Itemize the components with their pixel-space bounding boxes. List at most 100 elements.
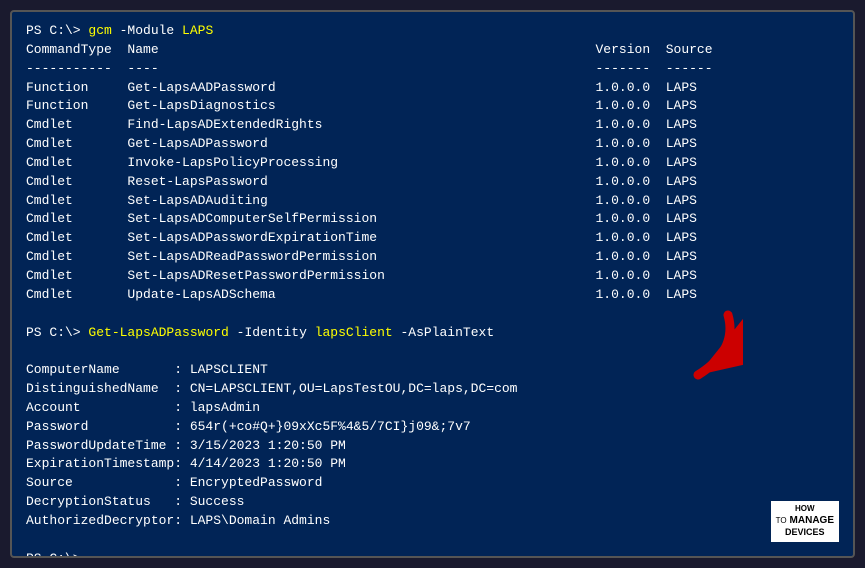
val-source: EncryptedPassword: [190, 475, 323, 490]
source-cell: LAPS: [666, 136, 697, 151]
header-row: CommandType Name Version Source: [26, 41, 839, 60]
key-source: Source :: [26, 475, 190, 490]
key-putime: PasswordUpdateTime :: [26, 438, 190, 453]
type-cell: Cmdlet: [26, 193, 127, 208]
blank-line-3: [26, 531, 839, 550]
cmd2-val1: lapsClient: [315, 325, 393, 340]
blank-line-1: [26, 305, 839, 324]
name-cell: Get-LapsAADPassword: [127, 80, 392, 95]
key-decstatus: DecryptionStatus :: [26, 494, 190, 509]
type-cell: Function: [26, 80, 127, 95]
prompt-2: PS C:\>: [26, 325, 88, 340]
table-row: Cmdlet Set-LapsADAuditing 1.0.0.0 LAPS: [26, 192, 839, 211]
val-authdec: LAPS\Domain Admins: [190, 513, 330, 528]
source-cell: LAPS: [666, 155, 697, 170]
separator-row: ----------- ---- ------- ------: [26, 60, 839, 79]
val-account: lapsAdmin: [190, 400, 260, 415]
table-row: Cmdlet Update-LapsADSchema 1.0.0.0 LAPS: [26, 286, 839, 305]
type-cell: Cmdlet: [26, 155, 127, 170]
col-version-header: Version: [393, 42, 666, 57]
name-cell: Update-LapsADSchema: [127, 287, 392, 302]
watermark-manage: MANAGE: [790, 514, 834, 527]
type-cell: Cmdlet: [26, 117, 127, 132]
val-password: 654r(+co#Q+}09xXc5F%4&5/7CI}j09&;7v7: [190, 419, 471, 434]
output-row-password: Password : 654r(+co#Q+}09xXc5F%4&5/7CI}j…: [26, 418, 839, 437]
key-account: Account :: [26, 400, 190, 415]
output-row-authdec: AuthorizedDecryptor: LAPS\Domain Admins: [26, 512, 839, 531]
source-cell: LAPS: [666, 268, 697, 283]
key-dn: DistinguishedName :: [26, 381, 190, 396]
col-name-header: Name: [127, 42, 392, 57]
laps-value: LAPS: [182, 23, 213, 38]
val-computername: LAPSCLIENT: [190, 362, 268, 377]
version-cell: 1.0.0.0: [393, 117, 666, 132]
val-decstatus: Success: [190, 494, 245, 509]
version-cell: 1.0.0.0: [393, 249, 666, 264]
source-cell: LAPS: [666, 193, 697, 208]
source-cell: LAPS: [666, 211, 697, 226]
table-row: Cmdlet Invoke-LapsPolicyProcessing 1.0.0…: [26, 154, 839, 173]
version-cell: 1.0.0.0: [393, 98, 666, 113]
source-cell: LAPS: [666, 287, 697, 302]
type-cell: Cmdlet: [26, 174, 127, 189]
watermark-how: HOW: [795, 504, 815, 514]
blank-line-2: [26, 342, 839, 361]
version-cell: 1.0.0.0: [393, 230, 666, 245]
type-cell: Cmdlet: [26, 136, 127, 151]
name-cell: Set-LapsADResetPasswordPermission: [127, 268, 392, 283]
command-line-1: PS C:\> gcm -Module LAPS: [26, 22, 839, 41]
table-row: Cmdlet Set-LapsADResetPasswordPermission…: [26, 267, 839, 286]
version-cell: 1.0.0.0: [393, 193, 666, 208]
version-cell: 1.0.0.0: [393, 136, 666, 151]
watermark: HOW TO MANAGE DEVICES: [771, 501, 839, 542]
output-row-exptime: ExpirationTimestamp: 4/14/2023 1:20:50 P…: [26, 455, 839, 474]
key-exptime: ExpirationTimestamp:: [26, 456, 190, 471]
table-row: Cmdlet Set-LapsADComputerSelfPermission …: [26, 210, 839, 229]
prompt-1: PS C:\>: [26, 23, 88, 38]
key-authdec: AuthorizedDecryptor:: [26, 513, 190, 528]
sep-commandtype: -----------: [26, 61, 127, 76]
source-cell: LAPS: [666, 117, 697, 132]
table-row: Function Get-LapsAADPassword 1.0.0.0 LAP…: [26, 79, 839, 98]
name-cell: Set-LapsADAuditing: [127, 193, 392, 208]
terminal-window: PS C:\> gcm -Module LAPS CommandType Nam…: [10, 10, 855, 558]
version-cell: 1.0.0.0: [393, 174, 666, 189]
col-source-header: Source: [666, 42, 713, 57]
watermark-to: TO: [776, 516, 787, 526]
version-cell: 1.0.0.0: [393, 211, 666, 226]
cmd2-main: Get-LapsADPassword: [88, 325, 228, 340]
version-cell: 1.0.0.0: [393, 80, 666, 95]
key-computername: ComputerName :: [26, 362, 190, 377]
output-row-computername: ComputerName : LAPSCLIENT: [26, 361, 839, 380]
name-cell: Set-LapsADReadPasswordPermission: [127, 249, 392, 264]
table-row: Cmdlet Reset-LapsPassword 1.0.0.0 LAPS: [26, 173, 839, 192]
prompt-3: PS C:\>: [26, 551, 88, 558]
name-cell: Reset-LapsPassword: [127, 174, 392, 189]
table-row: Cmdlet Get-LapsADPassword 1.0.0.0 LAPS: [26, 135, 839, 154]
val-exptime: 4/14/2023 1:20:50 PM: [190, 456, 346, 471]
type-cell: Cmdlet: [26, 287, 127, 302]
name-cell: Set-LapsADComputerSelfPermission: [127, 211, 392, 226]
output-row-source: Source : EncryptedPassword: [26, 474, 839, 493]
module-param: -Module: [112, 23, 182, 38]
source-cell: LAPS: [666, 230, 697, 245]
key-password: Password :: [26, 419, 190, 434]
version-cell: 1.0.0.0: [393, 155, 666, 170]
source-cell: LAPS: [666, 249, 697, 264]
name-cell: Invoke-LapsPolicyProcessing: [127, 155, 392, 170]
final-prompt-line: PS C:\>: [26, 550, 839, 558]
val-putime: 3/15/2023 1:20:50 PM: [190, 438, 346, 453]
name-cell: Get-LapsDiagnostics: [127, 98, 392, 113]
type-cell: Cmdlet: [26, 268, 127, 283]
version-cell: 1.0.0.0: [393, 287, 666, 302]
source-cell: LAPS: [666, 174, 697, 189]
type-cell: Cmdlet: [26, 249, 127, 264]
command-line-2: PS C:\> Get-LapsADPassword -Identity lap…: [26, 324, 839, 343]
table-row: Cmdlet Set-LapsADReadPasswordPermission …: [26, 248, 839, 267]
type-cell: Cmdlet: [26, 211, 127, 226]
sep-name: ----: [127, 61, 392, 76]
output-row-putime: PasswordUpdateTime : 3/15/2023 1:20:50 P…: [26, 437, 839, 456]
cmd2-param1: -Identity: [229, 325, 315, 340]
output-row-account: Account : lapsAdmin: [26, 399, 839, 418]
col-commandtype-header: CommandType: [26, 42, 127, 57]
